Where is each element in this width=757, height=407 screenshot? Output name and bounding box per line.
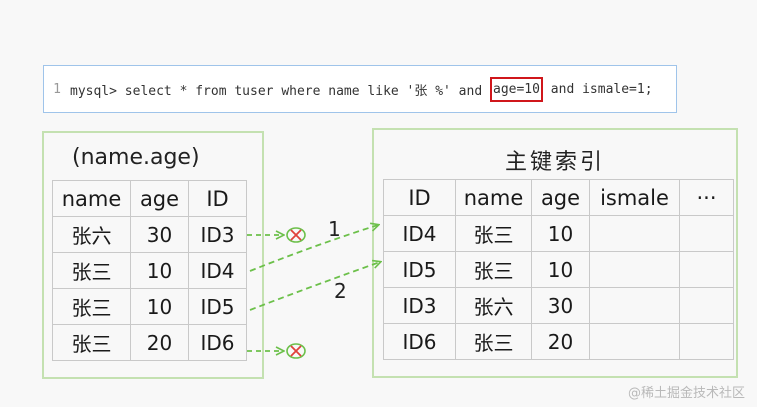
arrow-label-1: 1 [328, 217, 341, 241]
reject-icon-bottom [286, 343, 306, 359]
arrow-overlay: 1 2 [247, 217, 757, 359]
arrow-back-to-table-1 [249, 225, 378, 272]
arrow-label-2: 2 [334, 279, 347, 303]
reject-icon-top [286, 227, 306, 243]
watermark: @稀土掘金技术社区 [627, 386, 745, 401]
arrow-back-to-table-2 [249, 262, 380, 311]
